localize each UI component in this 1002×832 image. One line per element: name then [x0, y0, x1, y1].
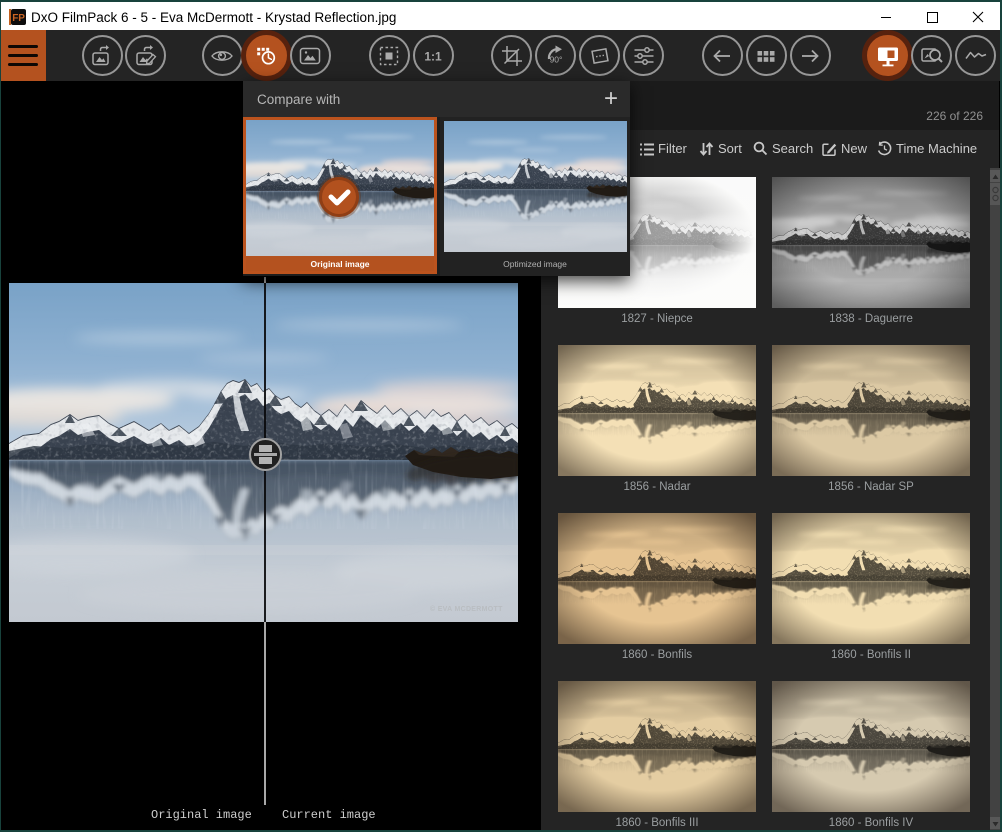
svg-text:90°: 90°	[549, 54, 562, 64]
svg-text:1:1: 1:1	[424, 49, 442, 63]
svg-text:FP: FP	[12, 13, 25, 24]
